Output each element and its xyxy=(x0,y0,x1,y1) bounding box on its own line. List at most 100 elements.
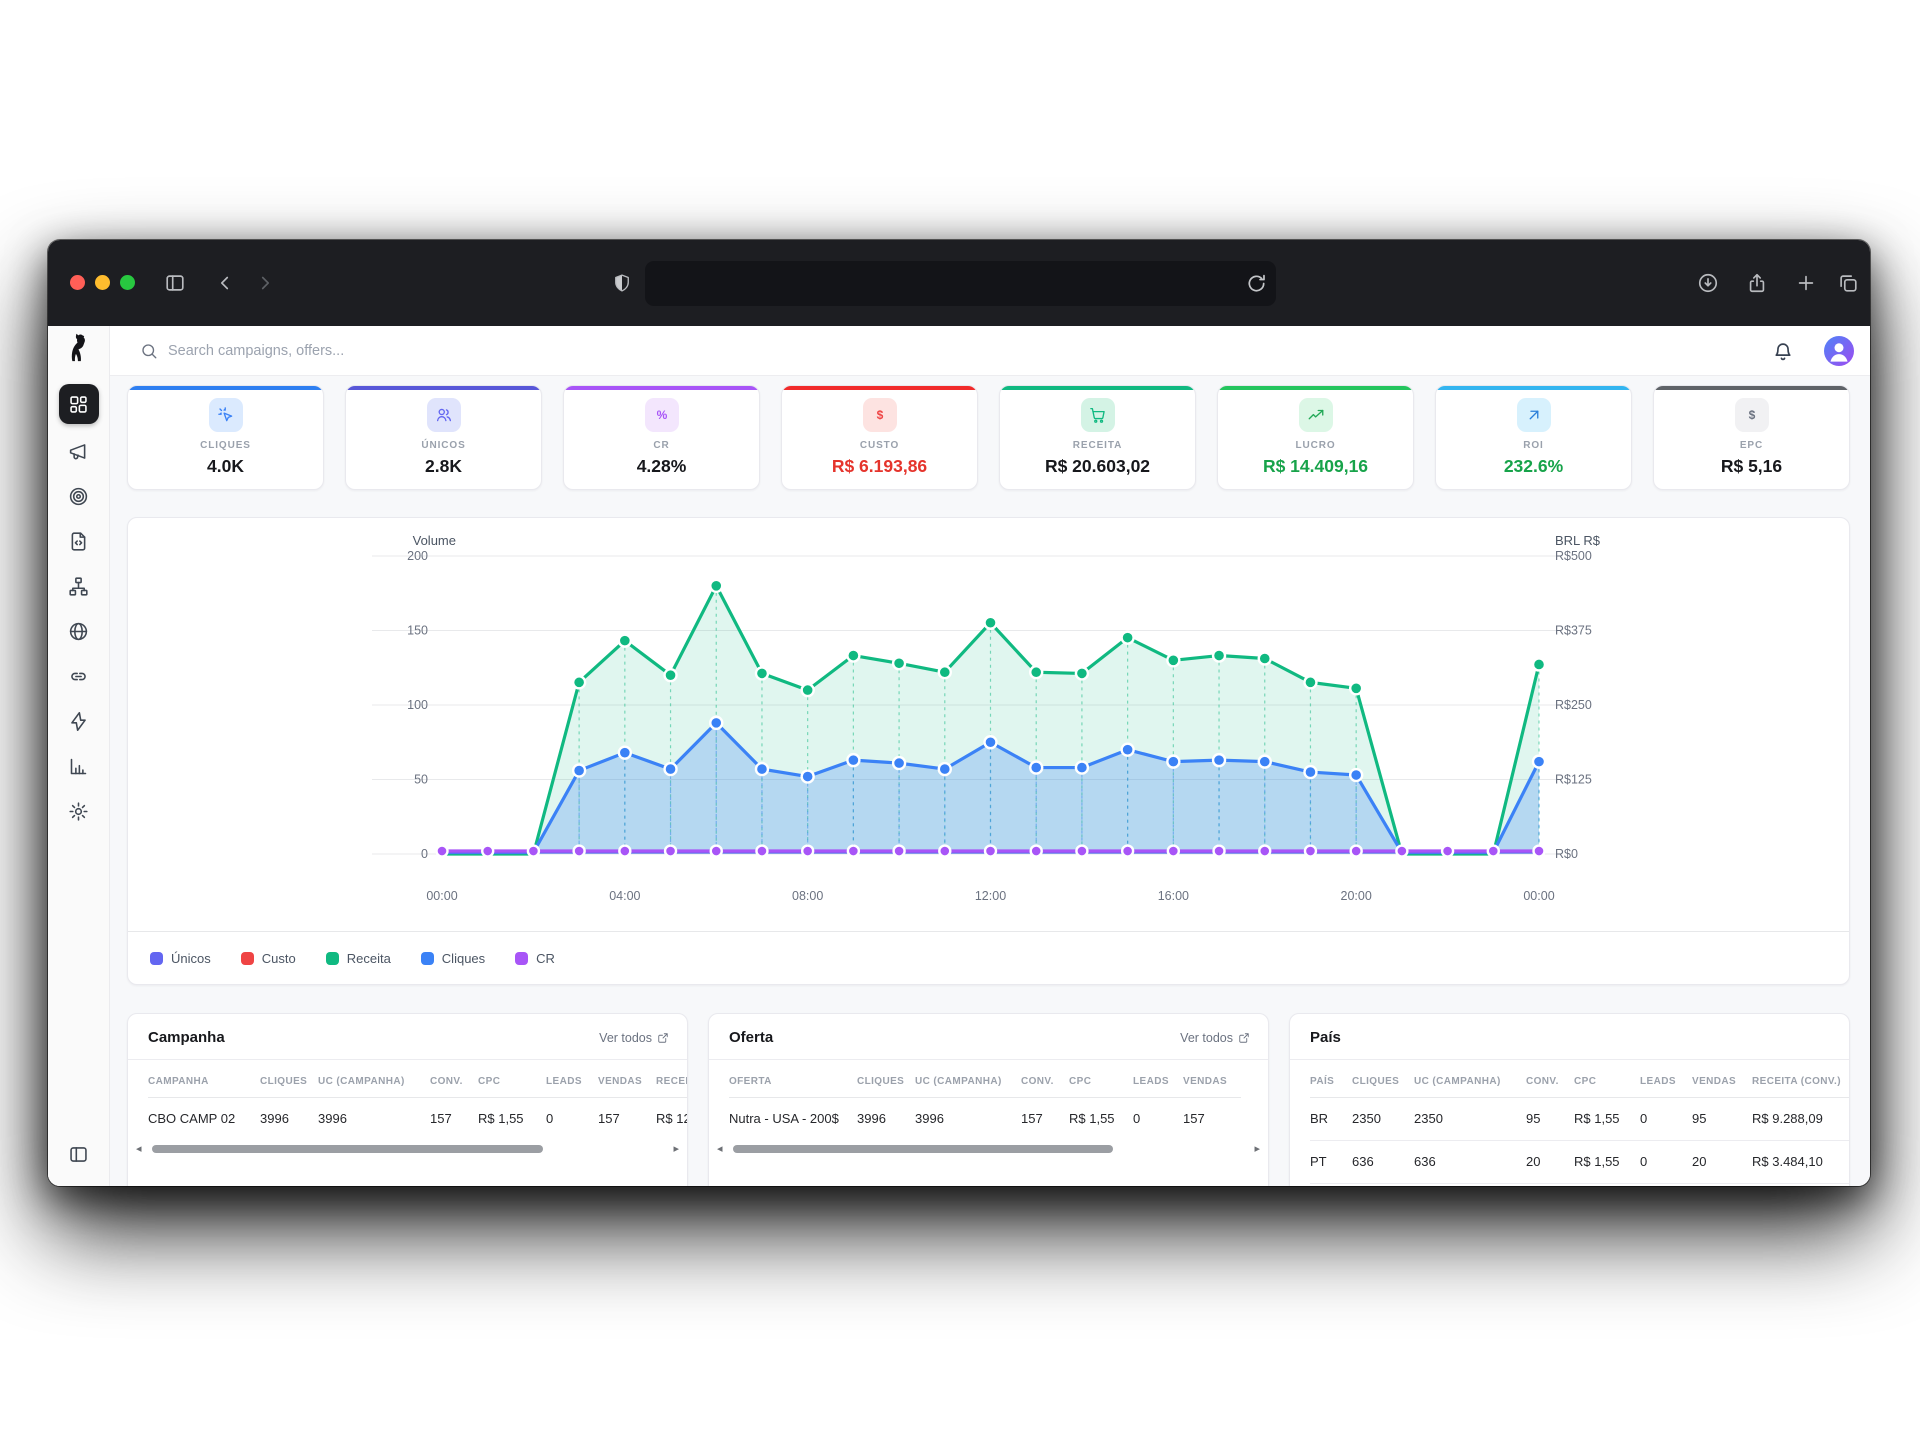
panel-title: Oferta xyxy=(729,1029,773,1046)
column-header: UC (CAMPANHA) xyxy=(318,1060,430,1098)
shield-icon[interactable] xyxy=(609,270,635,296)
legend-item-receita[interactable]: Receita xyxy=(326,951,391,966)
kpi-value: R$ 20.603,02 xyxy=(1045,456,1150,477)
table-cell: 20 xyxy=(1526,1141,1574,1184)
scrollbar-thumb[interactable] xyxy=(733,1145,1113,1153)
kpi-value: 232.6% xyxy=(1504,456,1563,477)
table-cell: R$ 1,55 xyxy=(1069,1098,1133,1141)
legend-item-custo[interactable]: Custo xyxy=(241,951,296,966)
sidebar-item-sitemap-icon[interactable] xyxy=(61,568,97,604)
dog-logo xyxy=(63,332,95,364)
app-frame: CLIQUES4.0KÚNICOS2.8K%CR4.28%$CUSTOR$ 6.… xyxy=(48,326,1870,1186)
sidebar-item-bar-chart-icon[interactable] xyxy=(61,748,97,784)
tab-overview-icon[interactable] xyxy=(1834,269,1862,297)
cursor-click-icon xyxy=(209,398,243,432)
browser-window: CLIQUES4.0KÚNICOS2.8K%CR4.28%$CUSTOR$ 6.… xyxy=(48,240,1870,1186)
horizontal-scrollbar[interactable]: ◂▸ xyxy=(717,1142,1260,1156)
column-header: PAÍS xyxy=(1310,1060,1352,1098)
search-input[interactable] xyxy=(168,343,688,359)
view-all-label: Ver todos xyxy=(1180,1031,1233,1045)
table-cell: 2350 xyxy=(1414,1098,1526,1141)
new-tab-icon[interactable] xyxy=(1792,269,1820,297)
table-cell: R$ 3.484,10 xyxy=(1752,1141,1849,1184)
legend-item-cliques[interactable]: Cliques xyxy=(421,951,485,966)
view-all-link[interactable]: Ver todos xyxy=(599,1031,669,1045)
svg-text:16:00: 16:00 xyxy=(1158,889,1189,903)
kpi-card-roi: ROI232.6% xyxy=(1435,385,1632,490)
data-table: OFERTACLIQUESUC (CAMPANHA)CONV.CPCLEADSV… xyxy=(729,1060,1241,1140)
scroll-left-icon[interactable]: ◂ xyxy=(717,1142,723,1156)
scroll-right-icon[interactable]: ▸ xyxy=(1254,1142,1260,1156)
close-window-button[interactable] xyxy=(70,275,85,290)
notifications-bell-icon[interactable] xyxy=(1772,340,1794,362)
svg-text:04:00: 04:00 xyxy=(609,889,640,903)
legend-swatch xyxy=(241,952,254,965)
table-cell: 3996 xyxy=(857,1098,915,1141)
kpi-label: CLIQUES xyxy=(200,440,251,451)
back-icon[interactable] xyxy=(211,269,239,297)
kpi-value: R$ 14.409,16 xyxy=(1263,456,1368,477)
minimize-window-button[interactable] xyxy=(95,275,110,290)
svg-text:00:00: 00:00 xyxy=(1523,889,1554,903)
view-all-label: Ver todos xyxy=(599,1031,652,1045)
kpi-card-cliques: CLIQUES 4.0K xyxy=(127,385,324,490)
dollar-icon: $ xyxy=(1735,398,1769,432)
reload-icon[interactable] xyxy=(1245,272,1268,295)
browser-sidebar-toggle-icon[interactable] xyxy=(161,269,189,297)
share-icon[interactable] xyxy=(1743,269,1771,297)
address-input[interactable] xyxy=(645,261,1276,306)
kpi-value: 4.0K xyxy=(207,456,244,477)
zoom-window-button[interactable] xyxy=(120,275,135,290)
forward-icon[interactable] xyxy=(251,269,279,297)
sidebar-item-settings-icon[interactable] xyxy=(61,793,97,829)
user-avatar[interactable] xyxy=(1824,336,1854,366)
table-cell: 0 xyxy=(1133,1098,1183,1141)
kpi-accent-bar xyxy=(782,386,977,390)
table-cell: 157 xyxy=(598,1098,656,1141)
scroll-left-icon[interactable]: ◂ xyxy=(136,1142,142,1156)
scrollbar-thumb[interactable] xyxy=(152,1145,543,1153)
sidebar-item-link-icon[interactable] xyxy=(61,658,97,694)
kpi-accent-bar xyxy=(1436,386,1631,390)
legend-swatch xyxy=(326,952,339,965)
column-header: CONV. xyxy=(1021,1060,1069,1098)
sidebar-item-megaphone-icon[interactable] xyxy=(61,433,97,469)
sidebar-item-dashboard-grid-icon[interactable] xyxy=(59,384,99,424)
sidebar-item-lightning-icon[interactable] xyxy=(61,703,97,739)
table-row: CBO CAMP 0239963996157R$ 1,550157R$ 12.0… xyxy=(148,1098,687,1141)
traffic-chart[interactable]: 0R$050R$125100R$250150R$375200R$500Volum… xyxy=(128,518,1850,985)
legend-item-únicos[interactable]: Únicos xyxy=(150,951,211,966)
panel-title: Campanha xyxy=(148,1029,225,1046)
horizontal-scrollbar[interactable]: ◂▸ xyxy=(136,1142,679,1156)
table-row: BR2350235095R$ 1,55095R$ 9.288,09 xyxy=(1310,1098,1849,1141)
kpi-card-receita: RECEITAR$ 20.603,02 xyxy=(999,385,1196,490)
data-table: PAÍSCLIQUESUC (CAMPANHA)CONV.CPCLEADSVEN… xyxy=(1310,1060,1849,1184)
legend-swatch xyxy=(421,952,434,965)
svg-text:R$0: R$0 xyxy=(1555,847,1578,861)
browser-titlebar xyxy=(48,240,1870,326)
users-icon xyxy=(427,398,461,432)
panel-pa-s: PaísPAÍSCLIQUESUC (CAMPANHA)CONV.CPCLEAD… xyxy=(1289,1013,1850,1186)
scroll-right-icon[interactable]: ▸ xyxy=(673,1142,679,1156)
svg-text:Volume: Volume xyxy=(413,533,456,548)
table-cell: 636 xyxy=(1414,1141,1526,1184)
table-row: Nutra - USA - 200$39963996157R$ 1,550157 xyxy=(729,1098,1241,1141)
sidebar-item-target-icon[interactable] xyxy=(61,478,97,514)
sidebar-collapse-icon[interactable] xyxy=(61,1136,97,1172)
sidebar-item-globe-icon[interactable] xyxy=(61,613,97,649)
svg-text:200: 200 xyxy=(407,549,428,563)
percent-icon: % xyxy=(645,398,679,432)
traffic-chart-panel[interactable]: 0R$050R$125100R$250150R$375200R$500Volum… xyxy=(127,517,1850,985)
kpi-accent-bar xyxy=(1218,386,1413,390)
legend-label: Custo xyxy=(262,951,296,966)
address-bar[interactable] xyxy=(645,261,1276,306)
view-all-link[interactable]: Ver todos xyxy=(1180,1031,1250,1045)
sidebar-item-code-file-icon[interactable] xyxy=(61,523,97,559)
table-cell: 0 xyxy=(546,1098,598,1141)
downloads-icon[interactable] xyxy=(1694,269,1722,297)
column-header: CONV. xyxy=(430,1060,478,1098)
chart-legend: Únicos Custo Receita Cliques CR xyxy=(150,943,555,973)
legend-item-cr[interactable]: CR xyxy=(515,951,555,966)
kpi-accent-bar xyxy=(564,386,759,390)
column-header: CPC xyxy=(1574,1060,1640,1098)
